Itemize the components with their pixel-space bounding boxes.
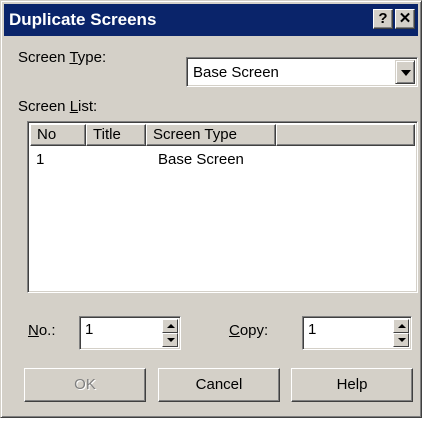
column-header-screen-type[interactable]: Screen Type	[146, 124, 276, 146]
screen-type-value: Base Screen	[193, 64, 279, 81]
ok-button[interactable]: OK	[24, 368, 146, 402]
copy-label: Copy:	[229, 322, 269, 339]
no-increment-button[interactable]	[162, 319, 178, 333]
screen-list-label: Screen List:	[18, 98, 98, 115]
column-header-no[interactable]: No	[30, 124, 86, 146]
column-header-empty	[276, 124, 415, 146]
arrow-up-icon	[398, 324, 406, 328]
column-header-title[interactable]: Title	[86, 124, 146, 146]
screen-type-select[interactable]: Base Screen	[186, 57, 418, 87]
screen-type-label: Screen Type:	[18, 49, 107, 66]
dialog-title: Duplicate Screens	[9, 10, 157, 29]
arrow-down-icon	[398, 338, 406, 342]
arrow-down-icon	[167, 338, 175, 342]
help-button[interactable]: Help	[291, 368, 413, 402]
row-1-no[interactable]: 1	[36, 151, 44, 168]
close-icon[interactable]: ✕	[395, 9, 415, 29]
help-question-icon[interactable]: ?	[373, 9, 393, 29]
duplicate-screens-dialog: Duplicate Screens ? ✕ Screen Type: Base …	[0, 0, 422, 418]
no-decrement-button[interactable]	[162, 333, 178, 347]
row-1-screen-type[interactable]: Base Screen	[158, 151, 244, 168]
copy-decrement-button[interactable]	[393, 333, 409, 347]
copy-value[interactable]: 1	[308, 321, 316, 338]
copy-stepper[interactable]: 1	[302, 316, 412, 350]
chevron-down-icon	[401, 70, 411, 76]
no-stepper[interactable]: 1	[79, 316, 181, 350]
screen-type-dropdown-button[interactable]	[395, 60, 415, 84]
arrow-up-icon	[167, 324, 175, 328]
cancel-button[interactable]: Cancel	[158, 368, 280, 402]
title-bar[interactable]: Duplicate Screens ? ✕	[4, 4, 418, 36]
screen-list[interactable]: No Title Screen Type 1 Base Screen	[27, 121, 418, 293]
no-label: No.:	[28, 322, 56, 339]
copy-increment-button[interactable]	[393, 319, 409, 333]
no-value[interactable]: 1	[85, 321, 93, 338]
